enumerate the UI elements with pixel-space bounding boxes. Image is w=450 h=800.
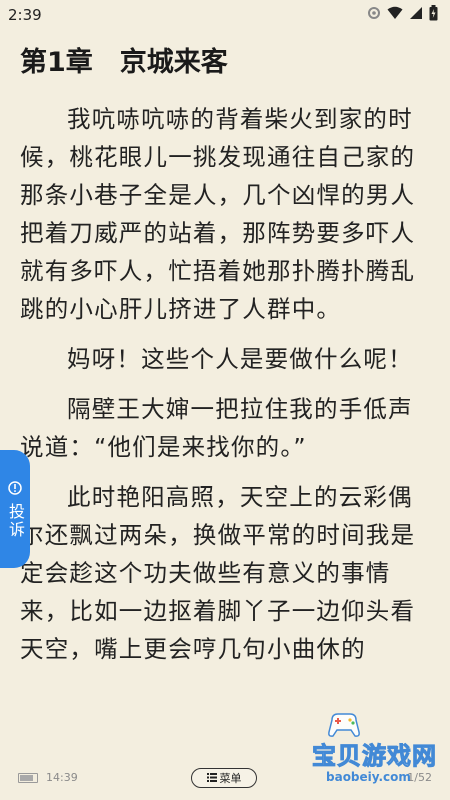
menu-label: 菜单: [219, 772, 242, 785]
status-time: 2:39: [8, 6, 42, 24]
report-label: 投诉: [6, 502, 25, 539]
watermark-text: 宝贝游戏网: [312, 742, 437, 771]
reading-content: 我吭哧吭哧的背着柴火到家的时候，桃花眼儿一挑发现通往自己家的那条小巷子全是人，几…: [20, 100, 436, 680]
settings-gear-icon: [367, 6, 381, 24]
status-icons: [367, 5, 438, 25]
chapter-title: 第1章 京城来客: [20, 47, 228, 78]
bottom-time: 14:39: [46, 771, 78, 784]
paragraph: 我吭哧吭哧的背着柴火到家的时候，桃花眼儿一挑发现通往自己家的那条小巷子全是人，几…: [20, 105, 416, 323]
wifi-icon: [387, 6, 403, 24]
paragraph: 妈呀！这些个人是要做什么呢！: [67, 345, 413, 373]
watermark-url: baobeiy.com: [326, 770, 411, 784]
site-watermark: 宝贝游戏网 baobeiy.com: [300, 710, 448, 792]
report-button[interactable]: 投诉: [0, 450, 30, 568]
menu-button[interactable]: 菜单: [191, 768, 257, 788]
list-icon: [206, 772, 217, 785]
info-circle-icon: [8, 480, 22, 499]
status-bar: 2:39: [0, 0, 450, 30]
battery-icon: [18, 773, 38, 783]
signal-icon: [409, 6, 423, 24]
paragraph: 此时艳阳高照，天空上的云彩偶尔还飘过两朵，换做平常的时间我是定会趁这个功夫做些有…: [20, 483, 416, 663]
battery-charging-icon: [429, 5, 438, 25]
paragraph: 隔壁王大婶一把拉住我的手低声说道：“他们是来找你的。”: [20, 395, 413, 461]
